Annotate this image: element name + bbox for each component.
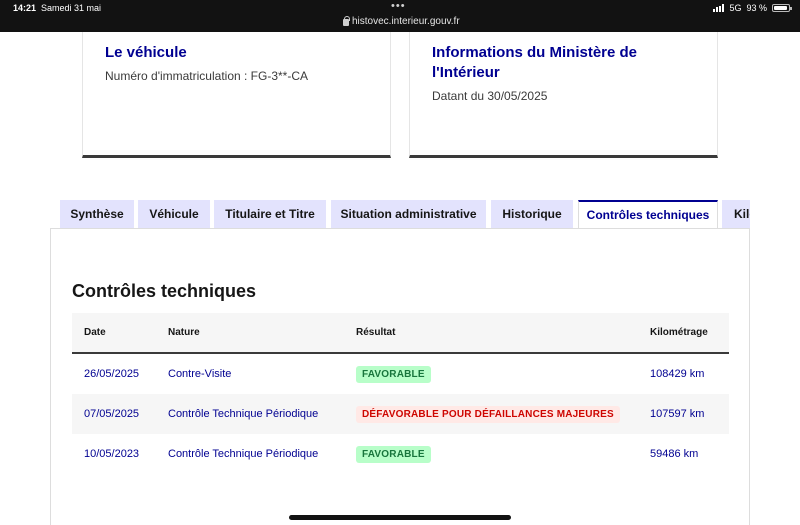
- ministry-card-title: Informations du Ministère de l'Intérieur: [432, 44, 638, 81]
- table-row: 10/05/2023 Contrôle Technique Périodique…: [72, 434, 729, 474]
- column-header-nature: Nature: [168, 327, 200, 338]
- status-time: 14:21: [13, 3, 37, 13]
- row-mileage: 59486 km: [650, 448, 699, 460]
- row-mileage: 108429 km: [650, 368, 705, 380]
- signal-icon: [713, 4, 725, 12]
- row-date: 10/05/2023: [84, 448, 140, 460]
- row-nature: Contrôle Technique Périodique: [168, 408, 319, 420]
- tab-titulaire[interactable]: Titulaire et Titre: [214, 200, 326, 228]
- column-header-mileage: Kilométrage: [650, 327, 708, 338]
- row-nature: Contrôle Technique Périodique: [168, 448, 319, 460]
- ministry-card-date: Datant du 30/05/2025: [432, 89, 548, 103]
- address-bar[interactable]: histovec.interieur.gouv.fr: [343, 16, 460, 27]
- row-result: DÉFAVORABLE POUR DÉFAILLANCES MAJEURES: [356, 394, 620, 434]
- row-result: FAVORABLE: [356, 354, 431, 394]
- result-badge: FAVORABLE: [356, 365, 431, 383]
- home-indicator[interactable]: [289, 515, 511, 520]
- row-date: 07/05/2025: [84, 408, 140, 420]
- column-header-date: Date: [84, 327, 106, 338]
- table-header: Date Nature Résultat Kilométrage: [72, 313, 729, 354]
- tab-list: Synthèse Véhicule Titulaire et Titre Sit…: [60, 200, 750, 228]
- tab-synthese[interactable]: Synthèse: [60, 200, 134, 228]
- inspections-table: Date Nature Résultat Kilométrage 26/05/2…: [72, 313, 729, 474]
- vehicle-card-title: Le véhicule: [105, 44, 187, 61]
- network-label: 5G: [729, 3, 742, 13]
- row-nature: Contre-Visite: [168, 368, 232, 380]
- tab-vehicule[interactable]: Véhicule: [138, 200, 210, 228]
- lock-icon: [343, 16, 350, 26]
- tab-situation-administrative[interactable]: Situation administrative: [331, 200, 486, 228]
- tab-panel: Contrôles techniques Date Nature Résulta…: [50, 228, 750, 525]
- vehicle-card-plate: Numéro d'immatriculation : FG-3**-CA: [105, 69, 309, 83]
- row-mileage: 107597 km: [650, 408, 705, 420]
- column-header-result: Résultat: [356, 327, 396, 338]
- panel-title: Contrôles techniques: [72, 281, 257, 301]
- battery-label: 93 %: [746, 3, 767, 13]
- result-badge: FAVORABLE: [356, 445, 431, 463]
- tab-controles-techniques[interactable]: Contrôles techniques: [578, 200, 718, 228]
- result-badge: DÉFAVORABLE POUR DÉFAILLANCES MAJEURES: [356, 405, 620, 423]
- vehicle-card: Le véhicule Numéro d'immatriculation : F…: [82, 32, 391, 158]
- tab-kilometrage[interactable]: Kilométrage: [722, 200, 750, 228]
- ministry-card: Informations du Ministère de l'Intérieur…: [409, 32, 718, 158]
- url-text: histovec.interieur.gouv.fr: [352, 16, 460, 27]
- tab-historique[interactable]: Historique: [491, 200, 573, 228]
- battery-icon: [772, 4, 792, 12]
- table-row: 07/05/2025 Contrôle Technique Périodique…: [72, 394, 729, 434]
- status-bar: 14:21 Samedi 31 mai ••• histovec.interie…: [0, 0, 800, 32]
- row-result: FAVORABLE: [356, 434, 431, 474]
- row-date: 26/05/2025: [84, 368, 140, 380]
- status-indicators: 5G 93 %: [713, 3, 792, 13]
- table-row: 26/05/2025 Contre-Visite FAVORABLE 10842…: [72, 354, 729, 394]
- status-date: Samedi 31 mai: [41, 3, 102, 13]
- multitasking-dots-icon[interactable]: •••: [391, 0, 406, 12]
